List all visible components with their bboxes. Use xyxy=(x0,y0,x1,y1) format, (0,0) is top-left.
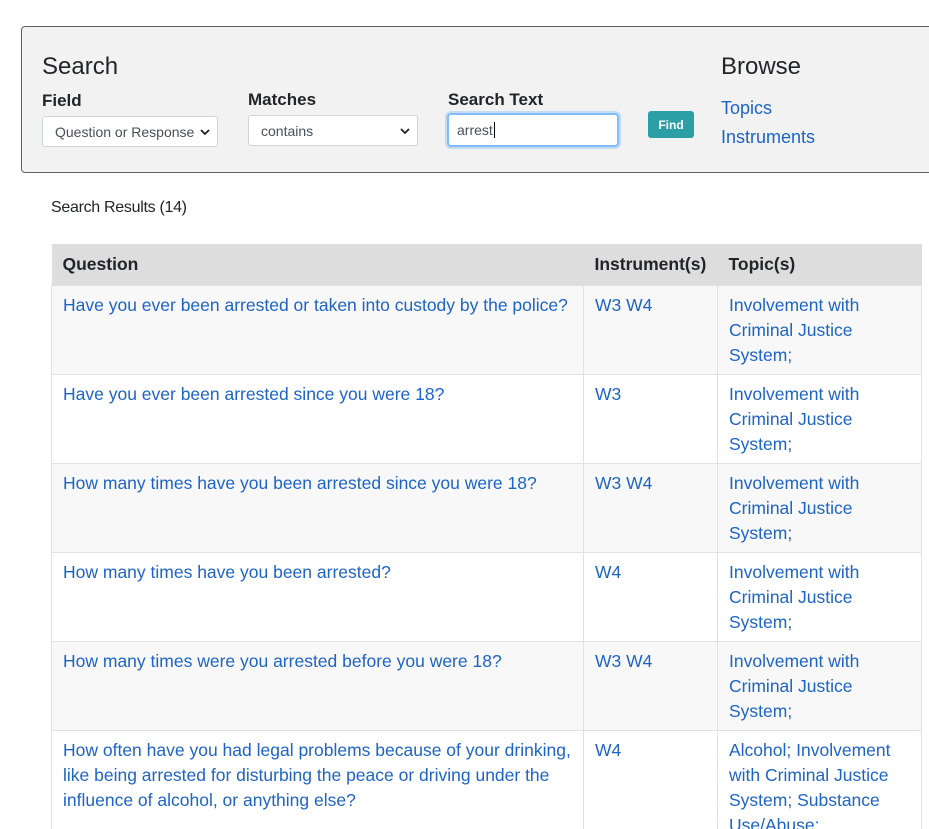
table-row: Have you ever been arrested since you we… xyxy=(51,373,922,463)
question-link[interactable]: How many times have you been arrested? xyxy=(63,562,391,582)
instrument-link[interactable]: W3 W4 xyxy=(595,295,652,315)
text-caret xyxy=(493,122,495,138)
table-header-row: Question Instrument(s) Topic(s) xyxy=(51,244,922,285)
results-table: Question Instrument(s) Topic(s) Have you… xyxy=(51,244,922,829)
question-cell: How many times have you been arrested? xyxy=(51,551,584,641)
topic-link[interactable]: Involvement with Criminal Justice System… xyxy=(729,384,859,454)
topic-link[interactable]: Involvement with Criminal Justice System… xyxy=(729,295,859,365)
table-row: How many times have you been arrested si… xyxy=(51,462,922,552)
question-cell: How often have you had legal problems be… xyxy=(51,729,584,829)
question-link[interactable]: Have you ever been arrested since you we… xyxy=(63,384,444,404)
instrument-link[interactable]: W3 xyxy=(595,384,621,404)
search-text-label: Search Text xyxy=(448,90,544,109)
table-row: How many times have you been arrested? W… xyxy=(51,551,922,641)
column-header-question[interactable]: Question xyxy=(51,244,584,285)
question-cell: How many times were you arrested before … xyxy=(51,640,584,730)
chevron-down-icon xyxy=(200,129,210,136)
table-row: How many times were you arrested before … xyxy=(51,640,922,730)
instruments-cell: W3 W4 xyxy=(583,284,718,374)
topic-link[interactable]: Alcohol; Involvement with Criminal Justi… xyxy=(729,740,890,829)
matches-label: Matches xyxy=(248,90,317,109)
instruments-cell: W4 xyxy=(583,729,718,829)
matches-select-value: contains xyxy=(261,122,314,139)
topics-cell: Involvement with Criminal Justice System… xyxy=(717,373,922,463)
topics-cell: Involvement with Criminal Justice System… xyxy=(717,284,922,374)
chevron-down-icon xyxy=(400,128,410,135)
page: Search Field Question or Response Matche… xyxy=(0,0,929,829)
topics-cell: Involvement with Criminal Justice System… xyxy=(717,640,922,730)
find-button[interactable]: Find xyxy=(648,111,694,138)
topics-cell: Alcohol; Involvement with Criminal Justi… xyxy=(717,729,922,829)
search-results-heading: Search Results (14) xyxy=(51,199,187,216)
browse-title: Browse xyxy=(721,53,802,80)
topic-link[interactable]: Involvement with Criminal Justice System… xyxy=(729,651,859,721)
table-row: How often have you had legal problems be… xyxy=(51,729,922,829)
question-link[interactable]: How many times have you been arrested si… xyxy=(63,473,537,493)
instrument-link[interactable]: W4 xyxy=(595,740,621,760)
field-label: Field xyxy=(42,91,82,110)
question-cell: How many times have you been arrested si… xyxy=(51,462,584,552)
topic-link[interactable]: Involvement with Criminal Justice System… xyxy=(729,562,859,632)
column-header-instruments[interactable]: Instrument(s) xyxy=(583,244,718,285)
field-select-value: Question or Response xyxy=(55,123,195,140)
instruments-cell: W4 xyxy=(583,551,718,641)
search-panel: Search Field Question or Response Matche… xyxy=(21,26,929,173)
table-row: Have you ever been arrested or taken int… xyxy=(51,284,922,374)
search-text-input[interactable]: arrest xyxy=(447,113,619,147)
browse-link-instruments[interactable]: Instruments xyxy=(721,127,815,148)
question-cell: Have you ever been arrested or taken int… xyxy=(51,284,584,374)
question-cell: Have you ever been arrested since you we… xyxy=(51,373,584,463)
instruments-cell: W3 W4 xyxy=(583,640,718,730)
question-link[interactable]: Have you ever been arrested or taken int… xyxy=(63,295,568,315)
search-text-value: arrest xyxy=(457,122,493,138)
search-title: Search xyxy=(42,53,119,80)
instruments-cell: W3 W4 xyxy=(583,462,718,552)
topics-cell: Involvement with Criminal Justice System… xyxy=(717,551,922,641)
question-link[interactable]: How many times were you arrested before … xyxy=(63,651,502,671)
question-link[interactable]: How often have you had legal problems be… xyxy=(63,740,571,810)
instruments-cell: W3 xyxy=(583,373,718,463)
topic-link[interactable]: Involvement with Criminal Justice System… xyxy=(729,473,859,543)
instrument-link[interactable]: W4 xyxy=(595,562,621,582)
field-select[interactable]: Question or Response xyxy=(42,116,218,147)
instrument-link[interactable]: W3 W4 xyxy=(595,473,652,493)
column-header-topics[interactable]: Topic(s) xyxy=(717,244,922,285)
topics-cell: Involvement with Criminal Justice System… xyxy=(717,462,922,552)
instrument-link[interactable]: W3 W4 xyxy=(595,651,652,671)
browse-link-topics[interactable]: Topics xyxy=(721,98,772,119)
matches-select[interactable]: contains xyxy=(248,115,418,146)
